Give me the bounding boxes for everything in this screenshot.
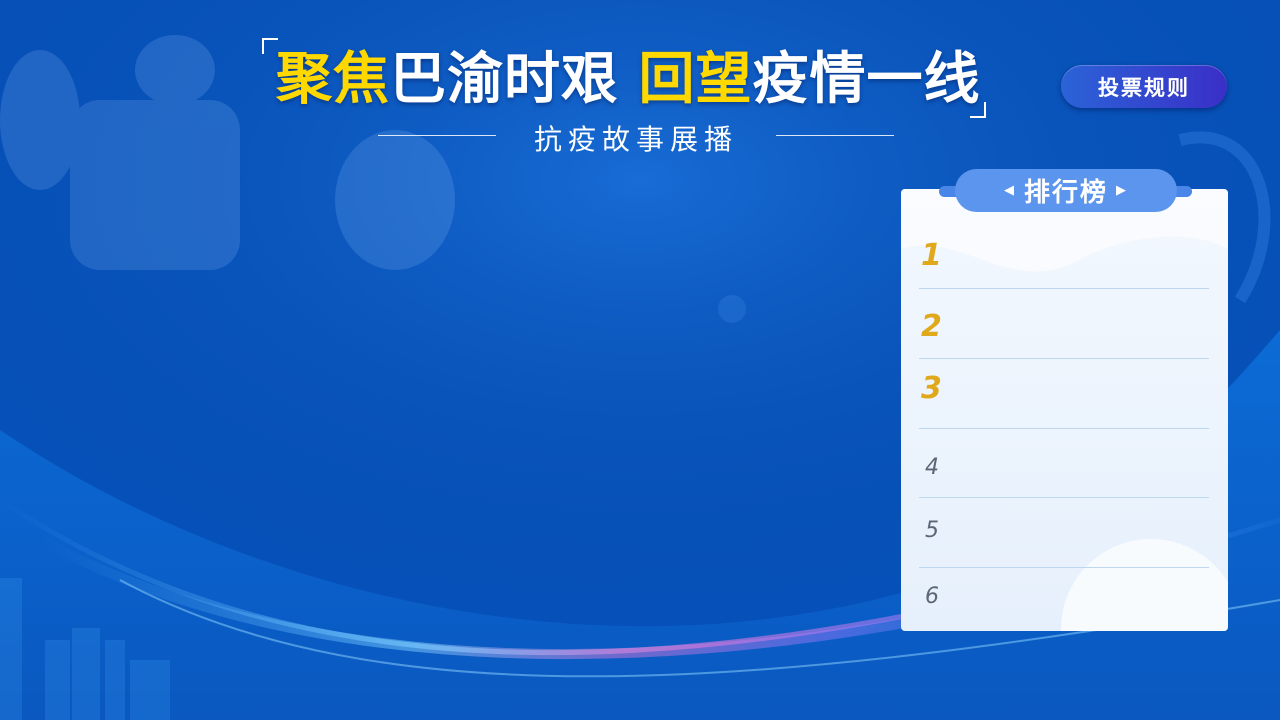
rank-number: 3 (921, 371, 942, 406)
rank-number: 5 (925, 518, 939, 543)
title-part-3: 回望 (638, 47, 753, 112)
ranking-row[interactable]: 3 (919, 359, 1209, 429)
subtitle-row: 抗疫故事展播 (378, 118, 894, 156)
ranking-tab-label: 排行榜 (1023, 178, 1108, 208)
rank-number: 4 (925, 455, 939, 480)
ranking-row[interactable]: 4 (919, 429, 1209, 498)
title-part-4: 疫情一线 (752, 47, 981, 112)
rank-number: 2 (921, 309, 942, 344)
caret-right-icon: ▶ (1116, 183, 1128, 198)
rank-number: 1 (921, 238, 942, 273)
page-background: 聚焦巴渝时艰 回望疫情一线 抗疫故事展播 投票规则 ◀ 排行榜 ▶ 1 2 3 (0, 0, 1280, 720)
header-title-block: 聚焦巴渝时艰 回望疫情一线 (262, 38, 992, 118)
ranking-tab: ◀ 排行榜 ▶ (955, 169, 1177, 212)
rank-number: 6 (925, 584, 939, 609)
title-part-1: 聚焦 (276, 47, 390, 112)
ranking-row[interactable]: 1 (919, 224, 1209, 289)
voting-rules-button[interactable]: 投票规则 (1061, 65, 1227, 108)
title-part-2: 巴渝时艰 (390, 47, 618, 112)
page-title: 聚焦巴渝时艰 回望疫情一线 (276, 48, 981, 112)
ranking-list: 1 2 3 4 5 6 (919, 224, 1209, 628)
ranking-row[interactable]: 6 (919, 568, 1209, 628)
ranking-row[interactable]: 2 (919, 289, 1209, 359)
title-bracket-right (970, 102, 986, 118)
caret-left-icon: ◀ (1003, 183, 1016, 198)
subtitle-divider-right (776, 135, 894, 136)
page-subtitle: 抗疫故事展播 (533, 123, 738, 156)
ranking-row[interactable]: 5 (919, 498, 1209, 568)
